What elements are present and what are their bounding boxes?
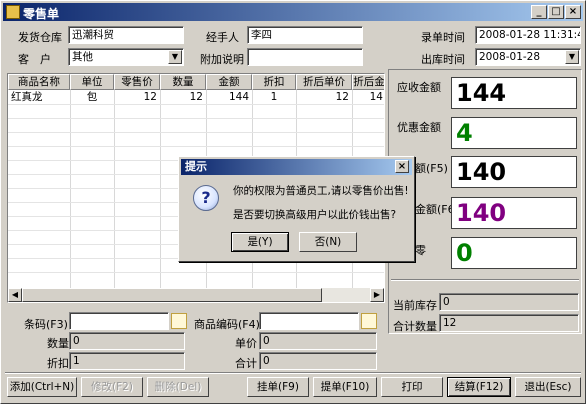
checkout-button[interactable]: 结算(F12) <box>447 377 511 397</box>
column-header[interactable]: 商品名称 <box>8 74 70 90</box>
f5-label: 额(F5) <box>415 162 448 175</box>
row-divider <box>8 132 384 133</box>
receivable-amount: 144 <box>451 77 577 109</box>
barcode-input[interactable] <box>69 312 169 330</box>
stock-field: 0 <box>439 293 579 311</box>
discount-amount[interactable]: 4 <box>451 117 577 149</box>
add-button[interactable]: 添加(Ctrl+N) <box>7 377 77 397</box>
row-divider <box>8 272 384 273</box>
maximize-button[interactable]: □ <box>548 5 564 19</box>
yes-button[interactable]: 是(Y) <box>231 232 289 252</box>
line-total-field: 0 <box>259 352 377 370</box>
close-icon[interactable]: × <box>395 160 409 173</box>
close-button[interactable]: × <box>565 5 581 19</box>
no-button[interactable]: 否(N) <box>299 232 357 252</box>
hold-button[interactable]: 挂单(F9) <box>247 377 309 397</box>
row-divider <box>8 104 384 105</box>
modify-button[interactable]: 修改(F2) <box>81 377 143 397</box>
handler-field[interactable]: 李四 <box>247 26 363 44</box>
table-cell[interactable]: 14 <box>352 90 384 104</box>
column-header[interactable]: 金额 <box>206 74 252 90</box>
search-icon[interactable] <box>361 313 377 329</box>
table-cell[interactable]: 包 <box>70 90 114 104</box>
chevron-down-icon[interactable]: ▼ <box>565 50 579 64</box>
divider <box>5 372 581 373</box>
dialog-message-line1: 你的权限为普通员工,请以零售价出售! <box>233 185 409 197</box>
entry-time-label: 录单时间 <box>421 31 465 44</box>
customer-value: 其他 <box>72 51 93 63</box>
table-cell[interactable]: 12 <box>160 90 206 104</box>
window-title: 零售单 <box>23 7 60 21</box>
column-header[interactable]: 折扣 <box>252 74 296 90</box>
stock-label: 当前库存 <box>393 299 437 312</box>
total-qty-field: 12 <box>439 314 579 332</box>
f5-amount[interactable]: 140 <box>451 156 577 188</box>
scroll-right-icon[interactable]: ▶ <box>370 288 384 302</box>
horizontal-scrollbar[interactable]: ◀ ▶ <box>8 288 384 302</box>
column-header[interactable]: 零售价 <box>114 74 160 90</box>
price-label: 单价 <box>235 337 257 350</box>
title-bar: 零售单 _ □ × <box>3 3 583 21</box>
product-code-input[interactable] <box>259 312 359 330</box>
product-code-label: 商品编码(F4) <box>194 318 260 331</box>
table-cell[interactable]: 1 <box>252 90 296 104</box>
price-field: 0 <box>259 332 377 350</box>
row-divider <box>8 146 384 147</box>
scroll-thumb[interactable] <box>22 288 322 302</box>
change-amount: 0 <box>451 237 577 269</box>
note-label: 附加说明 <box>200 53 244 66</box>
warehouse-field[interactable]: 迅潮科贸 <box>68 26 184 44</box>
minimize-button[interactable]: _ <box>531 5 547 19</box>
question-icon: ? <box>193 185 219 211</box>
divider <box>391 279 579 280</box>
table-cell[interactable]: 144 <box>206 90 252 104</box>
warehouse-label: 发货仓库 <box>18 31 62 44</box>
customer-select[interactable]: 其他 ▼ <box>68 48 184 66</box>
column-header[interactable]: 数量 <box>160 74 206 90</box>
delete-button[interactable]: 删除(Del) <box>147 377 209 397</box>
exit-button[interactable]: 退出(Esc) <box>515 377 581 397</box>
line-total-label: 合计 <box>235 357 257 370</box>
discount-rate-field: 1 <box>69 352 185 370</box>
table-cell[interactable]: 12 <box>296 90 352 104</box>
sales-window: 零售单 _ □ × 发货仓库 迅潮科贸 经手人 李四 录单时间 2008-01-… <box>0 0 586 404</box>
customer-label: 客 户 <box>18 53 51 66</box>
change-label: 零 <box>415 244 426 257</box>
chevron-down-icon[interactable]: ▼ <box>168 50 182 64</box>
discount-rate-label: 折扣 <box>47 357 69 370</box>
prompt-dialog: 提示 × ? 你的权限为普通员工,请以零售价出售! 是否要切换高级用户以此价钱出… <box>178 156 415 262</box>
discount-label: 优惠金额 <box>397 121 441 134</box>
dialog-message-line2: 是否要切换高级用户以此价钱出售? <box>233 209 397 221</box>
receivable-label: 应收金额 <box>397 81 441 94</box>
scroll-left-icon[interactable]: ◀ <box>8 288 22 302</box>
qty-label: 数量 <box>47 337 69 350</box>
retrieve-button[interactable]: 提单(F10) <box>313 377 377 397</box>
dialog-title: 提示 <box>185 160 207 173</box>
table-cell[interactable]: 12 <box>114 90 160 104</box>
out-time-label: 出库时间 <box>421 53 465 66</box>
out-time-select[interactable]: 2008-01-28 ▼ <box>475 48 581 66</box>
qty-field: 0 <box>69 332 185 350</box>
print-button[interactable]: 打印 <box>381 377 443 397</box>
dialog-title-bar: 提示 × <box>181 159 412 175</box>
out-time-value: 2008-01-28 <box>479 51 541 63</box>
column-header[interactable]: 单位 <box>70 74 114 90</box>
column-header[interactable]: 折后金 <box>352 74 384 90</box>
f6-amount[interactable]: 140 <box>451 197 577 229</box>
handler-label: 经手人 <box>206 31 239 44</box>
row-divider <box>8 118 384 119</box>
app-icon <box>6 5 20 19</box>
column-header[interactable]: 折后单价 <box>296 74 352 90</box>
search-icon[interactable] <box>171 313 187 329</box>
entry-time-field[interactable]: 2008-01-28 11:31:49 <box>475 26 581 44</box>
note-field[interactable] <box>247 48 363 66</box>
barcode-label: 条码(F3) <box>24 318 68 331</box>
total-qty-label: 合计数量 <box>393 320 437 333</box>
table-cell[interactable]: 红真龙 <box>8 90 70 104</box>
